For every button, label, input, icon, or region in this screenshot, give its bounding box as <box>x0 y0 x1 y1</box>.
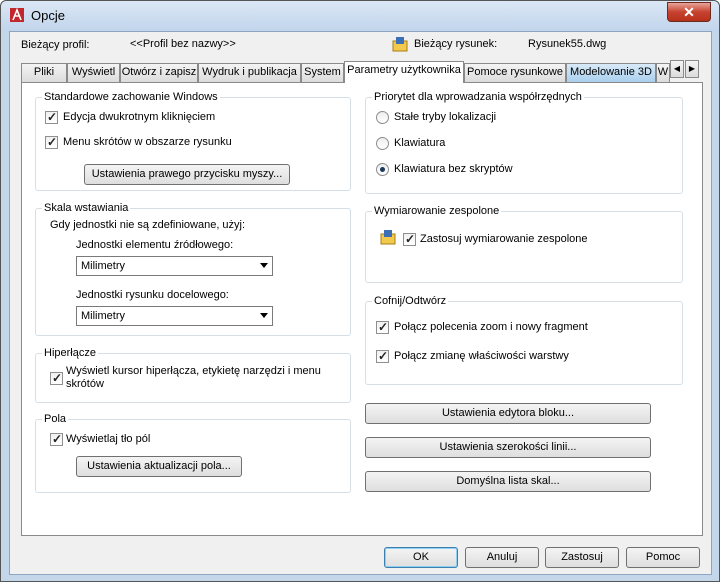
lineweight-settings-button[interactable]: Ustawienia szerokości linii... <box>365 437 651 458</box>
fields-legend: Pola <box>44 413 67 425</box>
field-background-checkbox[interactable] <box>50 432 63 446</box>
options-dialog: Opcje ✕ Bieżący profil: <<Profil bez naz… <box>0 0 720 582</box>
default-scale-list-button[interactable]: Domyślna lista skal... <box>365 471 651 492</box>
current-profile-label: Bieżący profil: <box>21 39 90 51</box>
tab-scroll-left-button[interactable]: ◀ <box>670 60 684 78</box>
current-drawing-value: Rysunek55.dwg <box>528 38 607 50</box>
dialog-body: Bieżący profil: <<Profil bez nazwy>> Bie… <box>9 31 712 575</box>
window-title: Opcje <box>31 8 65 23</box>
coord-keyboard-radio[interactable] <box>376 137 389 150</box>
source-units-select[interactable]: Milimetry <box>76 256 273 276</box>
current-profile-value: <<Profil bez nazwy>> <box>130 38 236 50</box>
current-drawing-label: Bieżący rysunek: <box>414 38 498 50</box>
dblclick-edit-checkbox[interactable] <box>45 110 58 124</box>
coord-keyboard-noscript-radio[interactable] <box>376 163 389 176</box>
insert-scale-group: Skala wstawiania Gdy jednostki nie są zd… <box>35 202 351 336</box>
tab-strip: Pliki Wyświetl Otwórz i zapisz Wydruk i … <box>21 61 701 83</box>
field-update-settings-button[interactable]: Ustawienia aktualizacji pola... <box>76 456 242 477</box>
right-click-settings-button[interactable]: Ustawienia prawego przycisku myszy... <box>84 164 290 185</box>
block-editor-settings-button[interactable]: Ustawienia edytora bloku... <box>365 403 651 424</box>
field-background-label: Wyświetlaj tło pól <box>66 433 151 445</box>
chevron-down-icon <box>260 313 268 318</box>
coord-keyboard-label: Klawiatura <box>394 137 446 149</box>
dblclick-edit-label: Edycja dwukrotnym kliknięciem <box>63 111 216 123</box>
insert-scale-legend: Skala wstawiania <box>44 202 129 214</box>
source-units-label: Jednostki elementu źródłowego: <box>76 239 234 251</box>
undo-redo-legend: Cofnij/Odtwórz <box>374 295 447 307</box>
source-units-value: Milimetry <box>81 260 125 272</box>
combine-zoom-checkbox[interactable] <box>376 320 389 334</box>
hyperlink-group: Hiperłącze Wyświetl kursor hiperłącza, e… <box>35 347 351 403</box>
arrow-right-icon: ▶ <box>688 64 696 73</box>
coord-fixed-osnap-radio[interactable] <box>376 111 389 124</box>
assoc-dim-label: Zastosuj wymiarowanie zespolone <box>420 233 588 245</box>
tab-pomoce-rysunkowe[interactable]: Pomoce rysunkowe <box>464 63 566 82</box>
combine-layer-checkbox[interactable] <box>376 349 389 363</box>
tab-parametry-uzytkownika[interactable]: Parametry użytkownika <box>344 61 464 83</box>
assoc-dim-group: Wymiarowanie zespolone Zastosuj wymiarow… <box>365 205 683 283</box>
cancel-button[interactable]: Anuluj <box>465 547 539 568</box>
close-icon: ✕ <box>683 4 695 20</box>
tab-wydruk-i-publikacja[interactable]: Wydruk i publikacja <box>198 63 301 82</box>
assoc-dim-legend: Wymiarowanie zespolone <box>374 205 500 217</box>
tab-pliki[interactable]: Pliki <box>21 63 67 82</box>
insert-scale-hint: Gdy jednostki nie są zdefiniowane, użyj: <box>50 219 246 231</box>
coord-priority-legend: Priorytet dla wprowadzania współrzędnych <box>374 91 582 103</box>
hyperlink-cursor-label-line1: Wyświetl kursor hiperłącza, etykietę nar… <box>66 365 321 377</box>
tab-wyswietl[interactable]: Wyświetl <box>67 63 120 82</box>
coord-priority-group: Priorytet dla wprowadzania współrzędnych… <box>365 91 683 194</box>
coord-fixed-osnap-label: Stałe tryby lokalizacji <box>394 111 497 123</box>
ok-button[interactable]: OK <box>384 547 458 568</box>
close-button[interactable]: ✕ <box>667 2 711 22</box>
tab-otworz-i-zapisz[interactable]: Otwórz i zapisz <box>120 63 198 82</box>
coord-keyboard-noscript-label: Klawiatura bez skryptów <box>394 163 513 175</box>
target-units-label: Jednostki rysunku docelowego: <box>76 289 229 301</box>
apply-button[interactable]: Zastosuj <box>545 547 619 568</box>
shortcut-menu-checkbox[interactable] <box>45 135 58 149</box>
dimension-icon <box>380 230 396 245</box>
fields-group: Pola Wyświetlaj tło pól Ustawienia aktua… <box>35 413 351 493</box>
tab-system[interactable]: System <box>301 63 344 82</box>
combine-zoom-label: Połącz polecenia zoom i nowy fragment <box>394 321 588 333</box>
chevron-down-icon <box>260 263 268 268</box>
combine-layer-label: Połącz zmianę właściwości warstwy <box>394 350 569 362</box>
drawing-file-icon <box>392 37 408 52</box>
assoc-dim-checkbox[interactable] <box>403 232 416 246</box>
tab-page: Standardowe zachowanie Windows Edycja dw… <box>21 82 703 536</box>
hyperlink-legend: Hiperłącze <box>44 347 96 359</box>
tab-scroll-right-button[interactable]: ▶ <box>685 60 699 78</box>
autocad-logo-icon <box>10 8 24 22</box>
hyperlink-cursor-checkbox[interactable] <box>50 371 63 385</box>
target-units-select[interactable]: Milimetry <box>76 306 273 326</box>
tab-modelowanie-3d[interactable]: Modelowanie 3D <box>566 63 656 82</box>
shortcut-menu-label: Menu skrótów w obszarze rysunku <box>63 136 232 148</box>
windows-behavior-legend: Standardowe zachowanie Windows <box>44 91 218 103</box>
target-units-value: Milimetry <box>81 310 125 322</box>
title-bar[interactable]: Opcje ✕ <box>1 1 719 31</box>
undo-redo-group: Cofnij/Odtwórz Połącz polecenia zoom i n… <box>365 295 683 385</box>
tab-w[interactable]: W <box>656 63 670 82</box>
arrow-left-icon: ◀ <box>673 64 681 73</box>
hyperlink-cursor-label-line2: skrótów <box>66 378 104 390</box>
help-button[interactable]: Pomoc <box>626 547 700 568</box>
windows-behavior-group: Standardowe zachowanie Windows Edycja dw… <box>35 91 351 191</box>
